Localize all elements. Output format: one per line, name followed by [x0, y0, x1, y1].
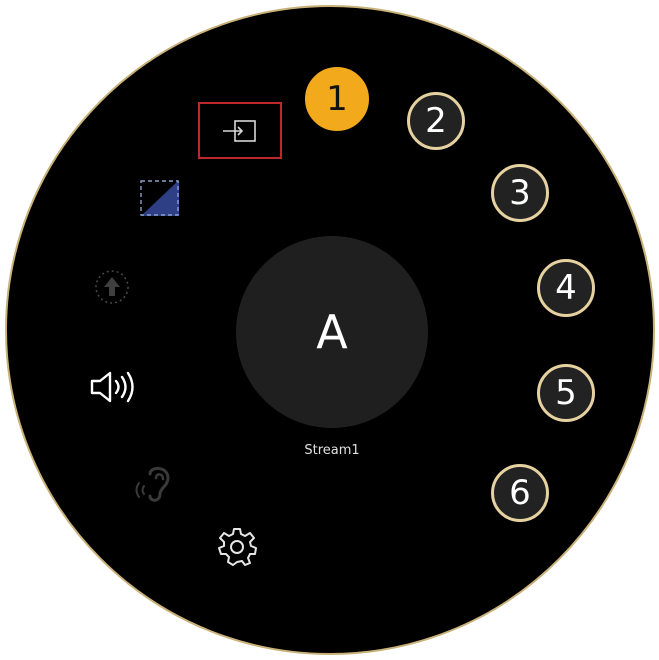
badge-label: 5 — [555, 373, 577, 413]
upload-button[interactable] — [87, 262, 137, 312]
stream-badge-1[interactable]: 1 — [305, 67, 369, 131]
hearing-icon — [132, 462, 178, 508]
input-button[interactable] — [198, 102, 282, 159]
stream-badge-3[interactable]: 3 — [491, 164, 549, 222]
stream-letter: A — [316, 305, 348, 359]
stream-badge-2[interactable]: 2 — [407, 92, 465, 150]
stream-badge-4[interactable]: 4 — [537, 259, 595, 317]
gear-icon — [217, 527, 257, 567]
hearing-button[interactable] — [127, 457, 182, 512]
settings-button[interactable] — [212, 522, 262, 572]
stream-dial: A Stream1 1 2 3 4 5 6 — [5, 5, 655, 655]
badge-label: 3 — [509, 173, 531, 213]
badge-label: 6 — [509, 473, 531, 513]
stream-badge-5[interactable]: 5 — [537, 364, 595, 422]
upload-icon — [92, 267, 132, 307]
stream-badge-6[interactable]: 6 — [491, 464, 549, 522]
volume-icon — [86, 367, 138, 407]
volume-button[interactable] — [82, 362, 142, 412]
stream-name: Stream1 — [304, 443, 360, 458]
badge-label: 1 — [326, 79, 348, 119]
aspect-ratio-icon — [139, 180, 179, 216]
badge-label: 2 — [425, 101, 447, 141]
input-icon — [220, 117, 260, 145]
badge-label: 4 — [555, 268, 577, 308]
stream-center-button[interactable]: A — [236, 236, 428, 428]
aspect-ratio-button[interactable] — [134, 177, 184, 219]
